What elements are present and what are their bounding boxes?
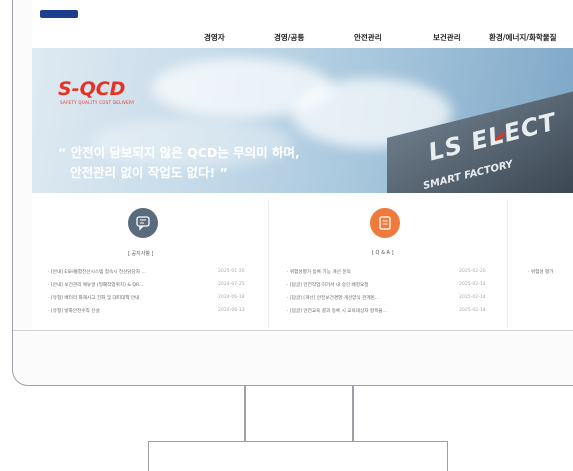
third-row[interactable]: · 위험성 평가 xyxy=(528,269,554,275)
qna-row-date: 2025-02-14 xyxy=(459,308,486,313)
monitor-stand-left xyxy=(244,386,246,441)
nav-item-ceo[interactable]: 경영자 xyxy=(204,32,225,43)
hero-slogan-line2: 안전관리 없이 작업도 없다! ” xyxy=(70,165,228,180)
logo-mark xyxy=(40,10,78,18)
top-navigation: 경영자 경영/공통 안전관리 보건관리 환경/에너지/화학물질 xyxy=(32,0,573,43)
notice-row-date: 2024-06-13 xyxy=(218,308,245,313)
qna-title: [ Q & A ] xyxy=(372,250,394,256)
sqcd-brand-logo: S-QCD xyxy=(58,78,126,100)
notice-icon-circle[interactable] xyxy=(128,208,158,238)
hero-banner: LS ELECT SMART FACTORY S-QCD SAFETY QUAL… xyxy=(32,48,573,193)
qna-row-date: 2025-02-14 xyxy=(459,295,486,300)
hero-slogan-line1: “ 안전이 담보되지 않은 QCD는 무의미 하며, xyxy=(58,145,300,160)
document-icon xyxy=(379,216,391,230)
notice-title: [ 공지사항 ] xyxy=(128,251,154,257)
monitor-stand-right xyxy=(352,386,354,441)
qna-row[interactable]: · [답글] 안전작업 허가서 내 승인 배정요청 xyxy=(287,282,368,288)
notice-row[interactable]: · [안내] 보건관리 매뉴얼 (밀폐작업위치) & QR... xyxy=(48,282,143,288)
notice-row-date: 2024-06-18 xyxy=(218,295,245,300)
notice-row-date: 2024-07-25 xyxy=(218,282,245,287)
monitor-base xyxy=(148,441,448,471)
notice-row[interactable]: · [안내] ESH통합전산시스템 접속시 전산담당자 ... xyxy=(48,269,146,275)
third-panel: · 위험성 평가 xyxy=(508,193,573,330)
qna-row[interactable]: · [답글] [개선] 안전보건경영 개선양식 관계된... xyxy=(287,295,379,301)
qna-panel: [ Q & A ] · 위험성평가 등록 기능 개선 문의 2025-02-20… xyxy=(269,193,507,330)
qna-icon-circle[interactable] xyxy=(370,208,400,238)
qna-row-date: 2025-02-14 xyxy=(459,282,486,287)
nav-item-environment[interactable]: 환경/에너지/화학물질 xyxy=(489,32,557,43)
notice-panel: [ 공지사항 ] · [안내] ESH통합전산시스템 접속시 전산담당자 ...… xyxy=(32,193,268,330)
monitor-chin-divider xyxy=(13,330,573,331)
notice-row[interactable]: · [유형] 방화안전수칙 신설 xyxy=(48,308,100,314)
notice-row[interactable]: · [유형] 배터리 화재사고 진화 및 대피대책 안내 xyxy=(48,295,139,301)
qna-row-date: 2025-02-20 xyxy=(459,269,486,274)
qna-row[interactable]: · [답글] 안전교육 결과 등록 시 교육대상자 항목을... xyxy=(287,308,387,314)
monitor-screen: 경영자 경영/공통 안전관리 보건관리 환경/에너지/화학물질 LS ELECT… xyxy=(32,0,573,330)
notice-row-date: 2025-01-20 xyxy=(218,269,245,274)
nav-item-management[interactable]: 경영/공통 xyxy=(274,32,304,43)
chat-bubble-icon xyxy=(136,216,150,231)
qna-row[interactable]: · 위험성평가 등록 기능 개선 문의 xyxy=(287,269,351,275)
nav-item-safety[interactable]: 안전관리 xyxy=(354,32,382,43)
site-logo[interactable] xyxy=(40,10,135,22)
sqcd-brand-tagline: SAFETY QUALITY COST DELIVERY xyxy=(60,100,135,105)
nav-item-health[interactable]: 보건관리 xyxy=(433,32,461,43)
